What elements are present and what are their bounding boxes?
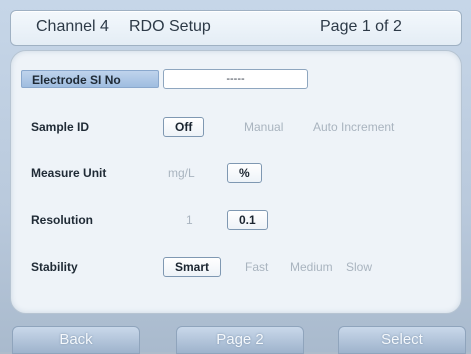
page-indicator: Page 1 of 2 — [320, 18, 402, 35]
electrode-serial-field[interactable]: ----- — [163, 69, 308, 89]
channel-title: Channel 4 — [36, 18, 109, 35]
sample-id-auto-increment-option[interactable]: Auto Increment — [313, 117, 394, 137]
stability-fast-option[interactable]: Fast — [245, 257, 268, 277]
resolution-label[interactable]: Resolution — [21, 211, 159, 229]
measure-unit-percent-option[interactable]: % — [227, 163, 262, 183]
rdo-setup-screen: Channel 4 RDO Setup Page 1 of 2 Electrod… — [0, 0, 471, 354]
stability-smart-option[interactable]: Smart — [163, 257, 222, 277]
sample-id-manual-option[interactable]: Manual — [244, 117, 283, 137]
resolution-1-option[interactable]: 1 — [186, 210, 193, 230]
setup-title: RDO Setup — [129, 18, 211, 35]
stability-medium-option[interactable]: Medium — [290, 257, 333, 277]
electrode-label[interactable]: Electrode SI No — [21, 70, 159, 88]
stability-slow-option[interactable]: Slow — [346, 257, 372, 277]
stability-label[interactable]: Stability — [21, 258, 159, 276]
resolution-0-1-option[interactable]: 0.1 — [227, 210, 268, 230]
measure-unit-label[interactable]: Measure Unit — [21, 164, 159, 182]
sample-id-label[interactable]: Sample ID — [21, 118, 159, 136]
page-2-button[interactable]: Page 2 — [176, 326, 304, 354]
sample-id-off-option[interactable]: Off — [163, 117, 205, 137]
select-button[interactable]: Select — [338, 326, 466, 354]
measure-unit-mgl-option[interactable]: mg/L — [168, 163, 195, 183]
back-button[interactable]: Back — [12, 326, 140, 354]
title-bar: Channel 4 RDO Setup Page 1 of 2 — [10, 10, 462, 46]
